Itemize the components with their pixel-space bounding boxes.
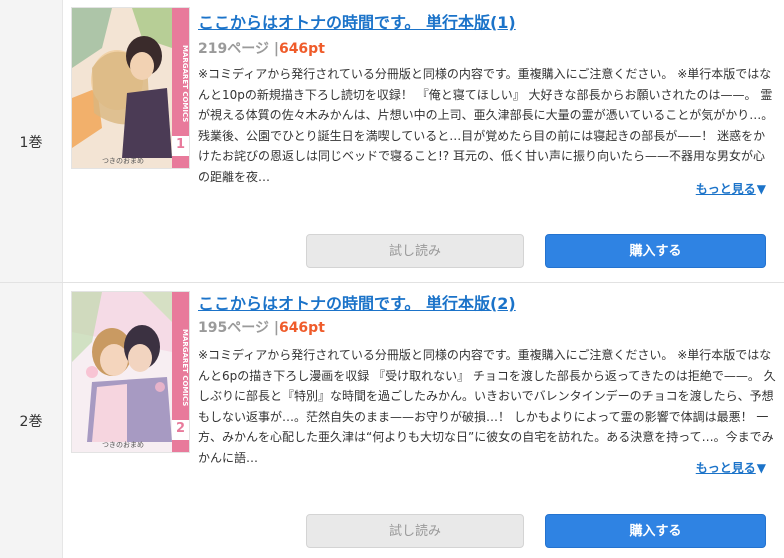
page-count: 219ページ xyxy=(198,41,269,57)
volume-row-2: 2巻 MARGARET COMICS 2 つきのおまめ ここからはオトナの時間で… xyxy=(0,283,784,558)
page-count: 195ページ xyxy=(198,320,269,336)
volume-meta: 219ページ |646pt xyxy=(198,38,325,58)
cover-brand-text: MARGARET COMICS xyxy=(181,329,189,407)
cover-author: つきのおまめ xyxy=(102,157,144,165)
volume-list: 1巻 MARGARET COMICS 1 つきのおまめ ここからはオトナの時間で… xyxy=(0,0,784,558)
triangle-down-icon: ▼ xyxy=(756,182,766,196)
book-cover-2[interactable]: MARGARET COMICS 2 つきのおまめ xyxy=(72,292,189,452)
triangle-down-icon: ▼ xyxy=(756,461,766,475)
volume-title-link[interactable]: ここからはオトナの時間です。 単行本版(1) xyxy=(198,9,516,33)
price: 646pt xyxy=(278,320,325,336)
trial-read-button[interactable]: 試し読み xyxy=(306,234,524,268)
show-more-label: もっと見る xyxy=(695,182,756,196)
volume-number-cell: 1巻 xyxy=(0,0,63,282)
book-cover-1[interactable]: MARGARET COMICS 1 つきのおまめ xyxy=(72,8,189,168)
volume-number-cell: 2巻 xyxy=(0,283,63,558)
cover-author: つきのおまめ xyxy=(102,441,144,449)
volume-label: 1巻 xyxy=(19,135,43,151)
volume-description: ※コミディアから発行されている分冊版と同様の内容です。重複購入にご注意ください。… xyxy=(198,348,776,465)
meta-separator: | xyxy=(268,320,279,336)
cover-volume-number: 1 xyxy=(175,137,186,152)
trial-read-button[interactable]: 試し読み xyxy=(306,514,524,548)
buy-button[interactable]: 購入する xyxy=(545,234,766,268)
volume-description: ※コミディアから発行されている分冊版と同様の内容です。重複購入にご注意ください。… xyxy=(198,67,774,184)
volume-label: 2巻 xyxy=(19,414,43,430)
meta-separator: | xyxy=(268,41,279,57)
show-more-label: もっと見る xyxy=(695,461,756,475)
price: 646pt xyxy=(278,41,325,57)
show-more-link[interactable]: もっと見る▼ xyxy=(696,459,766,476)
cover-volume-number: 2 xyxy=(175,421,186,436)
show-more-link[interactable]: もっと見る▼ xyxy=(696,180,766,197)
cover-brand-text: MARGARET COMICS xyxy=(181,45,189,123)
volume-title-link[interactable]: ここからはオトナの時間です。 単行本版(2) xyxy=(198,290,516,314)
volume-meta: 195ページ |646pt xyxy=(198,317,325,337)
buy-button[interactable]: 購入する xyxy=(545,514,766,548)
volume-row-1: 1巻 MARGARET COMICS 1 つきのおまめ ここからはオトナの時間で… xyxy=(0,0,784,283)
